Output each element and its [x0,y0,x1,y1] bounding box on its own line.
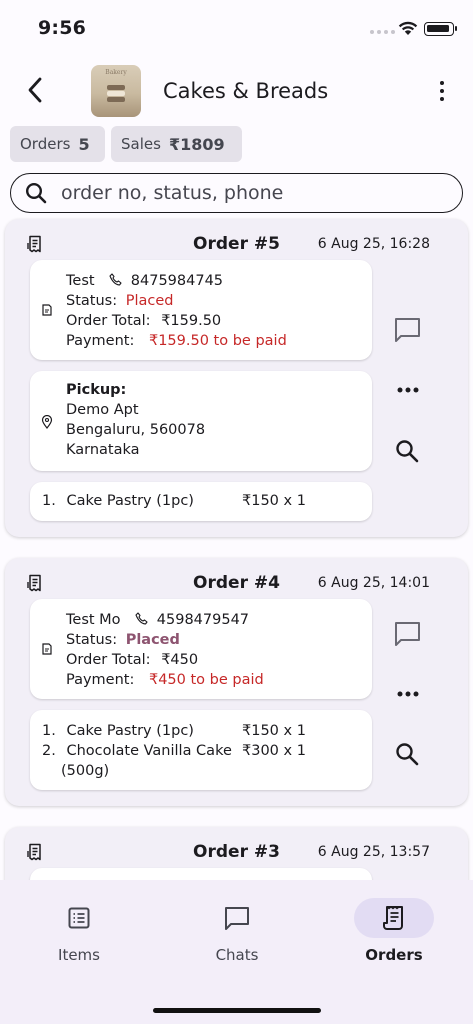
item-name: Cake Pastry (1pc) [66,723,194,739]
status-bar: 9:56 [0,0,473,54]
order-total-label: Order Total: [66,652,151,668]
item-price-qty: ₹150 x 1 [242,493,306,509]
cake-image-icon [107,85,125,107]
search-icon [25,182,47,204]
customer-name: Test [66,273,95,289]
order-date: 6 Aug 25, 14:01 [317,575,430,591]
nav-item-items[interactable]: Items [29,898,129,964]
sales-total-chip: Sales ₹1809 [111,126,242,162]
address-line-3: Karnataka [66,442,140,458]
order-date: 6 Aug 25, 13:57 [317,844,430,860]
receipt-long-icon [383,906,403,930]
order-details-box: Test 8475984745 Status: Placed Order Tot… [30,260,372,360]
search-bar[interactable] [10,173,463,213]
status-value: Placed [125,632,180,648]
order-card[interactable]: Order #5 6 Aug 25, 16:28 Test 8475984745… [5,219,468,537]
customer-name: Test Mo [66,612,121,628]
nav-item-orders[interactable]: Orders [344,898,444,964]
app-bar: Bakery Cakes & Breads [0,62,473,120]
order-card[interactable]: Order #4 6 Aug 25, 14:01 Test Mo 4598479… [5,558,468,806]
address-line-2: Bengaluru, 560078 [66,422,206,438]
chat-bubble-icon [225,906,249,930]
store-name: Cakes & Breads [163,79,329,103]
order-items-box: 1. Cake Pastry (1pc) ₹150 x 1 [30,482,372,521]
sales-chip-value: ₹1809 [168,134,225,154]
order-total-label: Order Total: [66,313,151,329]
item-name-continued: (500g) [61,763,110,779]
pickup-address-box: Pickup: Demo Apt Bengaluru, 560078 Karna… [30,371,372,471]
receipt-small-icon [42,304,52,316]
list-icon [68,907,90,929]
customer-phone[interactable]: 8475984745 [131,273,223,289]
location-pin-icon [41,415,53,429]
status-label: Status: [66,293,118,309]
item-name: Cake Pastry (1pc) [66,493,194,509]
search-input[interactable] [61,182,441,204]
nav-label-chats: Chats [215,946,259,964]
payment-label: Payment: [66,672,135,688]
order-total-value: ₹450 [161,652,199,668]
order-total-value: ₹159.50 [161,313,222,329]
home-indicator [153,1008,321,1013]
pickup-label: Pickup: [66,382,127,398]
item-price-qty: ₹150 x 1 [242,723,306,739]
order-details-box: Test Mo 4598479547 Status: Placed Order … [30,599,372,699]
receipt-small-icon [42,643,52,655]
status-value: Placed [125,293,174,309]
status-time: 9:56 [38,17,87,39]
phone-icon [109,273,122,286]
item-number: 2. [42,743,56,759]
store-avatar[interactable]: Bakery [91,65,141,117]
battery-icon [424,22,457,36]
chat-icon[interactable] [394,317,421,343]
order-date: 6 Aug 25, 16:28 [317,236,430,252]
more-options-button[interactable] [430,78,454,104]
more-horizontal-icon[interactable] [397,387,419,393]
status-label: Status: [66,632,118,648]
item-number: 1. [42,723,56,739]
nav-label-items: Items [58,946,100,964]
chat-icon[interactable] [394,621,421,647]
orders-chip-label: Orders [20,135,71,153]
customer-phone[interactable]: 4598479547 [157,612,249,628]
payment-label: Payment: [66,333,135,349]
orders-count-chip: Orders 5 [10,126,105,162]
nav-item-chats[interactable]: Chats [187,898,287,964]
search-order-icon[interactable] [395,742,419,766]
address-line-1: Demo Apt [66,402,139,418]
orders-chip-value: 5 [78,134,90,154]
signal-dots-icon [370,30,395,34]
bottom-navigation: Items Chats Orders [0,880,473,1024]
more-horizontal-icon[interactable] [397,691,419,697]
payment-value: ₹159.50 to be paid [148,333,287,349]
item-name: Chocolate Vanilla Cake [66,743,232,759]
sales-chip-label: Sales [121,135,161,153]
chevron-left-icon [28,77,42,103]
payment-value: ₹450 to be paid [148,672,264,688]
avatar-caption: Bakery [105,69,127,76]
nav-label-orders: Orders [365,946,423,964]
item-price-qty: ₹300 x 1 [242,743,306,759]
phone-icon [135,612,148,625]
back-button[interactable] [20,74,50,106]
item-number: 1. [42,493,56,509]
order-items-box: 1. Cake Pastry (1pc) ₹150 x 1 2. Chocola… [30,710,372,790]
search-order-icon[interactable] [395,439,419,463]
wifi-icon [398,21,418,35]
